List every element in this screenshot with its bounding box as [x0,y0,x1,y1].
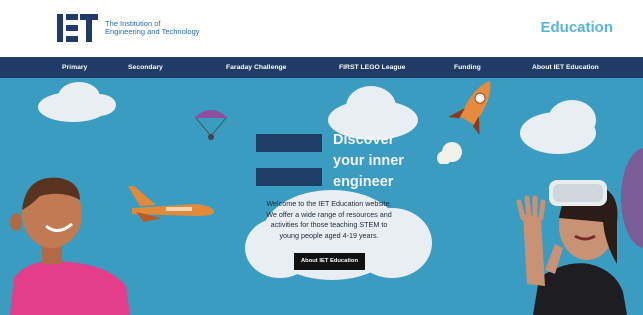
nav-item-first-lego-league[interactable]: FIRST LEGO League [339,57,405,78]
iet-logo-icon [57,14,99,42]
rocket-icon [437,80,491,164]
parachute-icon [194,110,228,140]
welcome-line-2: We offer a wide range of resources and [266,209,392,219]
main-nav: Primary Secondary Faraday Challenge FIRS… [0,57,643,78]
logo-text: The Institution of Engineering and Techn… [105,19,200,37]
welcome-text: Welcome to the IET Education website. We… [251,199,407,241]
hero-banner: Discover your inner engineer Welcome to … [0,78,643,315]
hero-title-line-3: engineer [333,174,394,190]
nav-item-funding[interactable]: Funding [454,57,481,78]
nav-item-about-iet-education[interactable]: About IET Education [532,57,599,78]
child-looking-up-image [10,177,130,315]
hero-title: Discover your inner engineer [333,130,433,193]
iet-logo[interactable]: The Institution of Engineering and Techn… [57,13,200,43]
hero-title-line-1: Discover [333,132,395,148]
welcome-line-3: activities for those teaching STEM to [270,220,388,230]
nav-item-secondary[interactable]: Secondary [128,57,163,78]
hero-accent-box-top [256,134,322,152]
welcome-line-4: young people aged 4-19 years. [279,230,379,240]
nav-item-primary[interactable]: Primary [62,57,87,78]
site-header: The Institution of Engineering and Techn… [0,0,643,57]
logo-line-2: Engineering and Technology [105,27,200,36]
nav-item-faraday-challenge[interactable]: Faraday Challenge [226,57,286,78]
hero-accent-box-bottom [256,168,322,186]
welcome-line-1: Welcome to the IET Education website. [266,199,392,208]
hero-title-line-2: your inner [333,153,404,169]
about-iet-education-button[interactable]: About IET Education [294,253,365,270]
education-brand[interactable]: Education [540,19,613,36]
